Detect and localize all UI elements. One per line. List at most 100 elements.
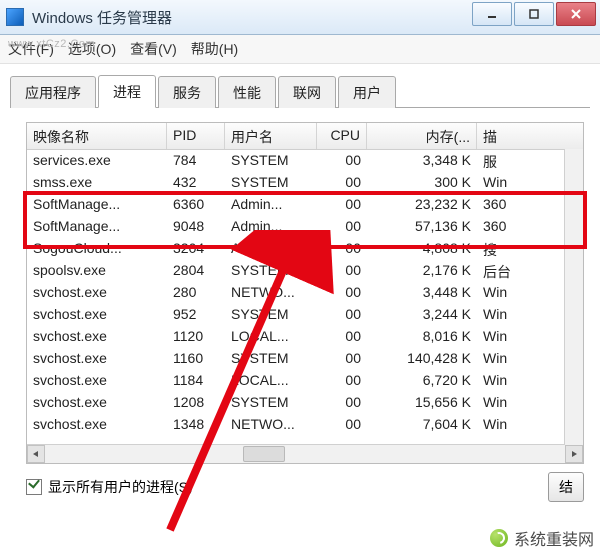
maximize-button[interactable] <box>514 2 554 26</box>
cell-user: Admin... <box>225 194 317 216</box>
table-row[interactable]: smss.exe432SYSTEM00300 KWin <box>27 172 583 194</box>
table-row[interactable]: svchost.exe1184LOCAL...006,720 KWin <box>27 370 583 392</box>
cell-user: Admin... <box>225 238 317 260</box>
table-row[interactable]: svchost.exe1160SYSTEM00140,428 KWin <box>27 348 583 370</box>
cell-user: LOCAL... <box>225 370 317 392</box>
checkbox-icon <box>26 479 42 495</box>
table-row[interactable]: SoftManage...9048Admin...0057,136 K360 <box>27 216 583 238</box>
cell-mem: 23,232 K <box>367 194 477 216</box>
close-button[interactable] <box>556 2 596 26</box>
cell-cpu: 00 <box>317 348 367 370</box>
table-row[interactable]: svchost.exe952SYSTEM003,244 KWin <box>27 304 583 326</box>
tab-performance[interactable]: 性能 <box>218 76 276 108</box>
cell-cpu: 00 <box>317 194 367 216</box>
minimize-button[interactable] <box>472 2 512 26</box>
horizontal-scrollbar[interactable] <box>27 444 583 463</box>
table-row[interactable]: spoolsv.exe2804SYSTEM002,176 K后台 <box>27 260 583 282</box>
scroll-track[interactable] <box>45 445 565 463</box>
tab-processes[interactable]: 进程 <box>98 75 156 108</box>
cell-cpu: 00 <box>317 304 367 326</box>
scroll-thumb[interactable] <box>243 446 285 462</box>
cell-desc: 服 <box>477 150 525 172</box>
cell-cpu: 00 <box>317 392 367 414</box>
cell-mem: 2,176 K <box>367 260 477 282</box>
cell-pid: 9048 <box>167 216 225 238</box>
cell-name: SoftManage... <box>27 194 167 216</box>
cell-desc: Win <box>477 392 525 414</box>
minimize-icon <box>486 8 498 20</box>
scroll-right-icon[interactable] <box>565 445 583 463</box>
cell-name: spoolsv.exe <box>27 260 167 282</box>
table-row[interactable]: svchost.exe1348NETWO...007,604 KWin <box>27 414 583 436</box>
cell-user: SYSTEM <box>225 172 317 194</box>
cell-pid: 784 <box>167 150 225 172</box>
cell-name: services.exe <box>27 150 167 172</box>
close-icon <box>570 8 582 20</box>
cell-user: Admin... <box>225 216 317 238</box>
tab-network[interactable]: 联网 <box>278 76 336 108</box>
end-process-button[interactable]: 结 <box>548 472 584 502</box>
scroll-left-icon[interactable] <box>27 445 45 463</box>
tab-services[interactable]: 服务 <box>158 76 216 108</box>
window-buttons <box>470 2 596 26</box>
watermark-url: www.xtCz2.Com <box>8 38 95 50</box>
col-mem[interactable]: 内存(... <box>367 123 477 149</box>
cell-cpu: 00 <box>317 260 367 282</box>
table-row[interactable]: SogouCloud...3204Admin...004,808 K搜 <box>27 238 583 260</box>
cell-pid: 1348 <box>167 414 225 436</box>
cell-desc: Win <box>477 348 525 370</box>
cell-desc: Win <box>477 414 525 436</box>
brand-text: 系统重装网 <box>514 526 594 550</box>
cell-pid: 432 <box>167 172 225 194</box>
cell-user: SYSTEM <box>225 260 317 282</box>
cell-mem: 15,656 K <box>367 392 477 414</box>
process-table: 映像名称 PID 用户名 CPU 内存(... 描 services.exe78… <box>26 122 584 464</box>
show-all-users-checkbox[interactable]: 显示所有用户的进程(S) <box>26 477 193 497</box>
cell-name: svchost.exe <box>27 282 167 304</box>
cell-cpu: 00 <box>317 172 367 194</box>
cell-mem: 3,348 K <box>367 150 477 172</box>
cell-pid: 1120 <box>167 326 225 348</box>
cell-user: LOCAL... <box>225 326 317 348</box>
table-body: services.exe784SYSTEM003,348 K服smss.exe4… <box>27 150 583 444</box>
menu-help[interactable]: 帮助(H) <box>191 39 238 59</box>
cell-name: svchost.exe <box>27 304 167 326</box>
cell-user: SYSTEM <box>225 392 317 414</box>
cell-mem: 300 K <box>367 172 477 194</box>
col-name[interactable]: 映像名称 <box>27 123 167 149</box>
table-row[interactable]: svchost.exe1208SYSTEM0015,656 KWin <box>27 392 583 414</box>
window-title: Windows 任务管理器 <box>32 7 172 28</box>
col-pid[interactable]: PID <box>167 123 225 149</box>
col-desc[interactable]: 描 <box>477 123 525 149</box>
menu-view[interactable]: 查看(V) <box>130 39 177 59</box>
table-row[interactable]: svchost.exe1120LOCAL...008,016 KWin <box>27 326 583 348</box>
cell-desc: Win <box>477 282 525 304</box>
table-row[interactable]: svchost.exe280NETWO...003,448 KWin <box>27 282 583 304</box>
cell-mem: 3,448 K <box>367 282 477 304</box>
tab-apps[interactable]: 应用程序 <box>10 76 96 108</box>
cell-name: SogouCloud... <box>27 238 167 260</box>
cell-desc: 搜 <box>477 238 525 260</box>
tabstrip: 应用程序 进程 服务 性能 联网 用户 <box>10 74 590 108</box>
vertical-scrollbar[interactable] <box>564 149 583 445</box>
col-cpu[interactable]: CPU <box>317 123 367 149</box>
cell-pid: 952 <box>167 304 225 326</box>
cell-name: svchost.exe <box>27 326 167 348</box>
col-user[interactable]: 用户名 <box>225 123 317 149</box>
maximize-icon <box>528 8 540 20</box>
cell-cpu: 00 <box>317 414 367 436</box>
cell-mem: 140,428 K <box>367 348 477 370</box>
cell-desc: Win <box>477 172 525 194</box>
cell-mem: 8,016 K <box>367 326 477 348</box>
cell-desc: 360 <box>477 194 525 216</box>
cell-name: svchost.exe <box>27 370 167 392</box>
cell-pid: 2804 <box>167 260 225 282</box>
cell-pid: 6360 <box>167 194 225 216</box>
tab-users[interactable]: 用户 <box>338 76 396 108</box>
table-row[interactable]: SoftManage...6360Admin...0023,232 K360 <box>27 194 583 216</box>
cell-mem: 7,604 K <box>367 414 477 436</box>
cell-pid: 280 <box>167 282 225 304</box>
table-row[interactable]: services.exe784SYSTEM003,348 K服 <box>27 150 583 172</box>
cell-user: SYSTEM <box>225 304 317 326</box>
app-icon <box>6 8 24 26</box>
